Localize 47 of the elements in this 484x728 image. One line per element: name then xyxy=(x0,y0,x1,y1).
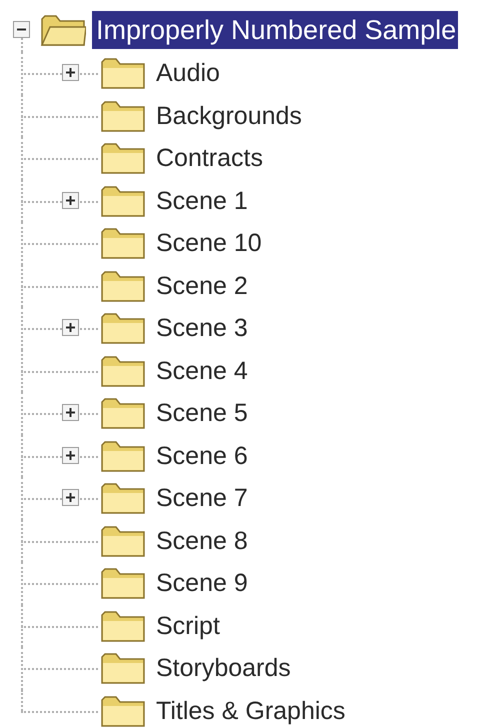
plus-icon xyxy=(65,492,76,503)
plus-icon xyxy=(65,194,76,206)
folder-icon xyxy=(100,311,146,346)
folder-icon xyxy=(100,98,146,133)
folder-icon xyxy=(100,566,146,600)
plus-icon xyxy=(65,322,76,333)
expand-button[interactable] xyxy=(62,489,79,506)
folder-icon xyxy=(100,396,146,430)
expand-button[interactable] xyxy=(62,319,79,336)
collapse-button[interactable] xyxy=(13,21,30,38)
tree-item[interactable]: Scene 9 xyxy=(154,565,250,602)
folder-icon xyxy=(100,608,146,643)
tree-item[interactable]: Storyboards xyxy=(154,650,293,686)
tree-item[interactable]: Scene 7 xyxy=(154,480,250,516)
tree-item[interactable]: Audio xyxy=(154,55,222,92)
tree-item[interactable]: Scene 2 xyxy=(154,268,250,304)
tree-item[interactable]: Improperly Numbered Sample xyxy=(92,11,458,49)
tree-item[interactable]: Scene 5 xyxy=(154,395,250,432)
folder-icon xyxy=(100,56,146,90)
folder-icon xyxy=(100,694,146,728)
folder-icon xyxy=(100,141,146,176)
folder-icon xyxy=(100,268,146,303)
tree-item[interactable]: Scene 1 xyxy=(154,182,250,219)
tree-item[interactable]: Scene 4 xyxy=(154,352,250,389)
folder-icon xyxy=(100,354,146,388)
folder-icon xyxy=(100,651,146,686)
open-folder-icon xyxy=(40,13,86,47)
folder-icon xyxy=(100,226,146,260)
tree-item[interactable]: Scene 6 xyxy=(154,438,250,474)
folder-icon xyxy=(100,438,146,473)
tree-item[interactable]: Titles & Graphics xyxy=(154,692,348,728)
folder-icon xyxy=(100,524,146,558)
tree-item[interactable]: Contracts xyxy=(154,140,265,176)
folder-icon xyxy=(100,481,146,516)
plus-icon xyxy=(65,450,76,460)
tree-item[interactable]: Scene 10 xyxy=(154,225,264,262)
expand-button[interactable] xyxy=(62,404,79,421)
plus-icon xyxy=(65,407,76,418)
expand-button[interactable] xyxy=(62,446,79,464)
folder-icon xyxy=(100,184,146,218)
tree-item[interactable]: Scene 3 xyxy=(154,310,250,346)
plus-icon xyxy=(65,67,76,78)
tree-item[interactable]: Backgrounds xyxy=(154,98,304,134)
tree-item[interactable]: Script xyxy=(154,608,222,644)
expand-button[interactable] xyxy=(62,192,79,208)
tree-item[interactable]: Scene 8 xyxy=(154,522,250,559)
expand-button[interactable] xyxy=(62,64,79,81)
